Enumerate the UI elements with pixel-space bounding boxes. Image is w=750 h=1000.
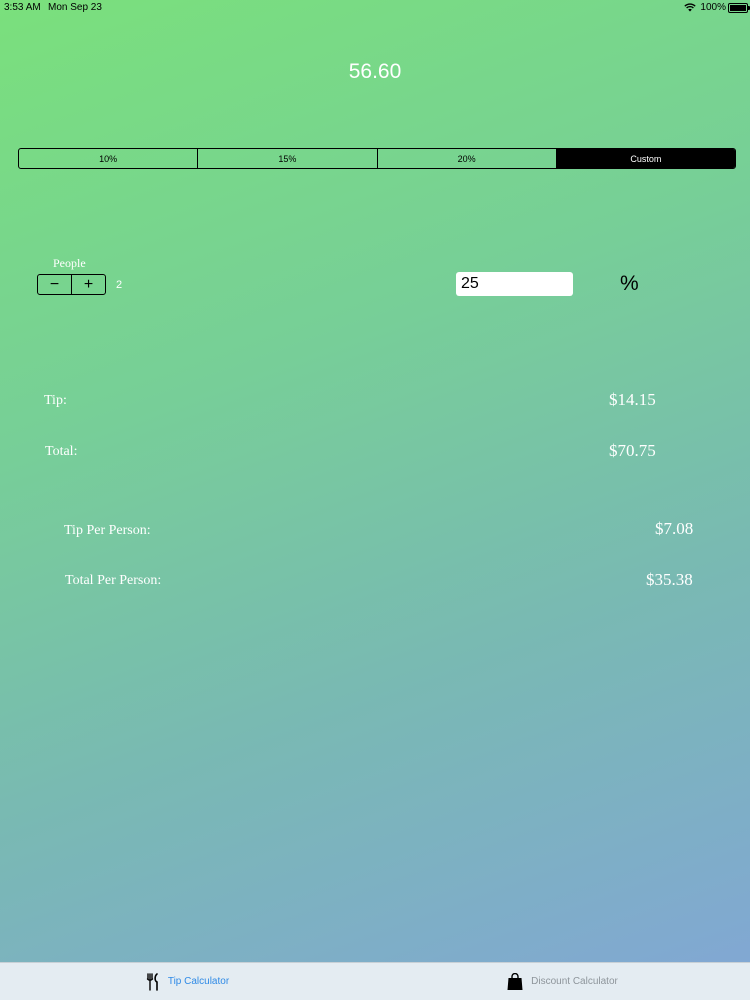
custom-tip-input[interactable] (456, 272, 573, 296)
bill-amount[interactable]: 56.60 (0, 60, 750, 84)
tip-option-20[interactable]: 20% (378, 149, 557, 168)
status-bar: 3:53 AM Mon Sep 23 100% (0, 0, 750, 16)
tab-bar: Tip Calculator Discount Calculator (0, 962, 750, 1000)
tip-value: $14.15 (609, 390, 656, 409)
battery-icon (728, 3, 750, 13)
tip-percentage-selector[interactable]: 10% 15% 20% Custom (18, 148, 736, 169)
status-time: 3:53 AM (4, 2, 41, 13)
wifi-icon (684, 3, 697, 12)
total-per-person-label: Total Per Person: (65, 573, 162, 588)
tip-option-15[interactable]: 15% (198, 149, 378, 168)
tab-discount-calculator-label: Discount Calculator (531, 976, 618, 987)
tip-option-custom[interactable]: Custom (556, 149, 735, 168)
decrement-people-button[interactable]: − (38, 275, 72, 294)
increment-people-button[interactable]: + (72, 275, 105, 294)
tab-discount-calculator[interactable]: Discount Calculator (375, 963, 750, 1000)
tab-tip-calculator-label: Tip Calculator (167, 976, 230, 987)
percent-sign: % (620, 272, 639, 295)
battery-percent: 100% (700, 2, 726, 13)
total-value: $70.75 (609, 441, 656, 460)
people-count: 2 (116, 279, 123, 291)
tip-per-person-value: $7.08 (655, 519, 694, 538)
tip-option-10[interactable]: 10% (19, 149, 199, 168)
status-indicators: 100% (684, 2, 726, 13)
tip-label: Tip: (44, 393, 67, 408)
total-label: Total: (45, 444, 78, 459)
shopping-bag-icon (507, 972, 523, 991)
total-per-person-value: $35.38 (646, 570, 693, 589)
people-stepper[interactable]: − + (37, 274, 106, 295)
people-label: People (53, 256, 86, 270)
tip-per-person-label: Tip Per Person: (64, 523, 151, 538)
tab-tip-calculator[interactable]: Tip Calculator (0, 963, 375, 1000)
fork-knife-icon (146, 972, 160, 991)
status-date: Mon Sep 23 (48, 2, 102, 13)
